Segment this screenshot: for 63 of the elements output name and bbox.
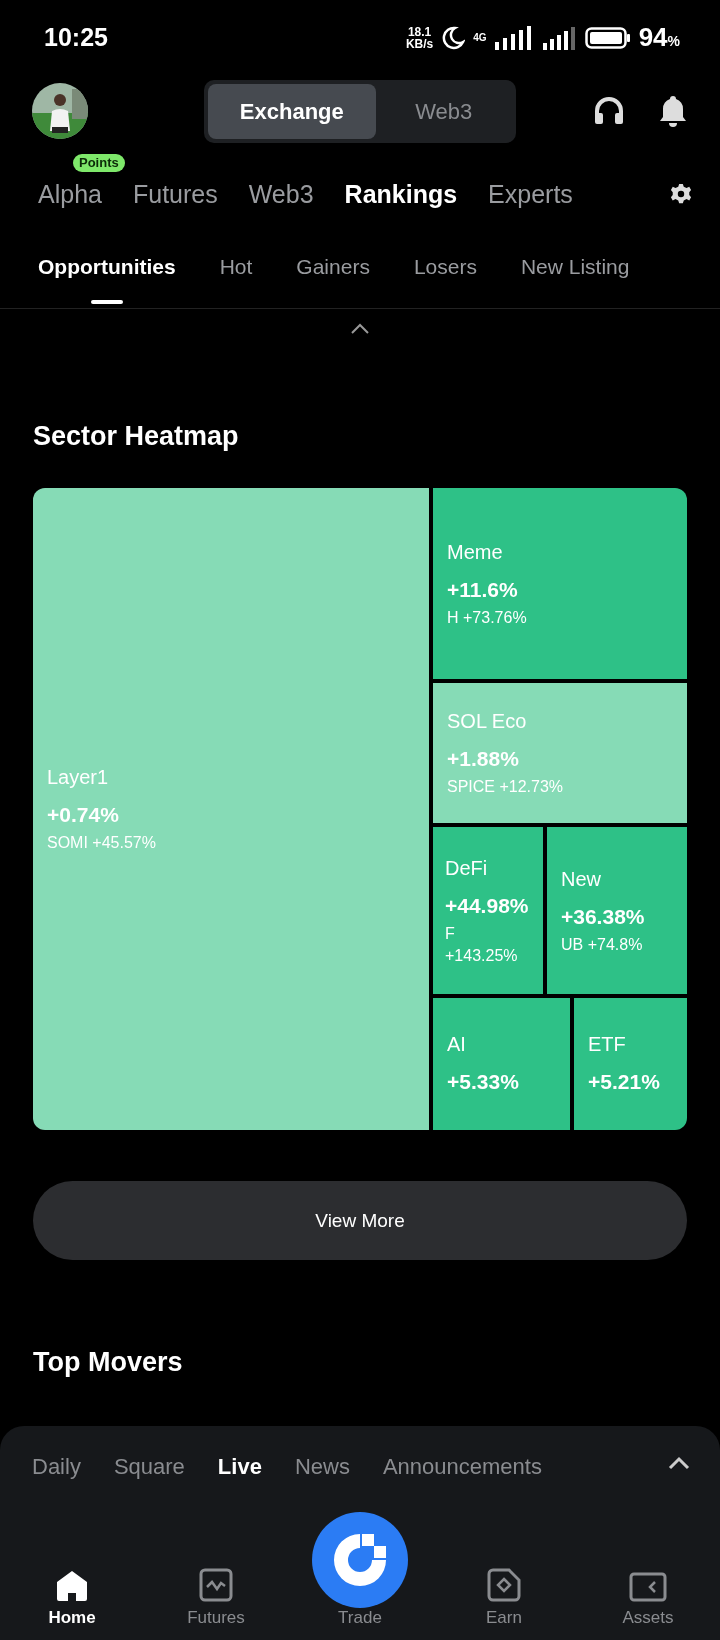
top-coin-change: SOMI +45.57% xyxy=(47,833,157,853)
trade-logo-icon xyxy=(312,1512,408,1608)
feed-tab[interactable]: Live xyxy=(217,1454,262,1480)
nav-item[interactable]: Trade xyxy=(288,1512,432,1632)
speed-unit: KB/s xyxy=(405,37,434,50)
sector-change: +0.74% xyxy=(47,802,120,828)
bell-icon[interactable] xyxy=(658,95,688,127)
top-coin-change: F +143.25% xyxy=(445,923,519,966)
feed-tab[interactable]: Daily xyxy=(32,1454,81,1480)
top-coin-change: H +73.76% xyxy=(447,607,528,628)
status-time: 10:25 xyxy=(44,23,108,52)
sector-change: +44.98% xyxy=(445,892,530,919)
nav-item[interactable]: Home xyxy=(0,1570,144,1632)
section-title: Sector Heatmap xyxy=(33,420,240,453)
nav-tab[interactable]: Experts xyxy=(488,179,573,209)
sector-name: SOL Eco xyxy=(447,709,528,734)
sector-change: +5.33% xyxy=(447,1069,520,1095)
sector-name: DeFi xyxy=(445,855,489,881)
network-type: 4G xyxy=(473,32,487,43)
diamond-icon xyxy=(487,1568,521,1602)
feed-tab[interactable]: Announcements xyxy=(382,1454,542,1480)
sector-change: +11.6% xyxy=(447,576,519,603)
sector-change: +36.38% xyxy=(561,903,646,930)
sub-tab[interactable]: Opportunities xyxy=(38,223,176,308)
top-coin-change: SPICE +12.73% xyxy=(447,777,565,797)
sub-tab[interactable]: Hot xyxy=(219,223,253,308)
network-speed: 18.1 xyxy=(407,25,432,38)
nav-item[interactable]: Assets xyxy=(576,1572,720,1632)
home-icon xyxy=(55,1570,89,1602)
top-coin-change: UB +74.8% xyxy=(561,934,644,955)
chart-icon xyxy=(199,1568,233,1602)
wallet-icon xyxy=(629,1572,667,1602)
headset-icon[interactable] xyxy=(594,96,624,126)
sector-change: +5.21% xyxy=(588,1069,661,1095)
nav-tab[interactable]: Web3 xyxy=(248,179,314,209)
segment-tab[interactable]: Web3 xyxy=(375,84,512,139)
nav-tab[interactable]: Alpha xyxy=(38,179,102,209)
nav-item[interactable]: Futures xyxy=(144,1568,288,1632)
view-more-button[interactable]: View More xyxy=(33,1181,687,1260)
sector-name: Meme xyxy=(447,539,504,565)
sector-name: Layer1 xyxy=(47,765,110,790)
segment-tab[interactable]: Exchange xyxy=(208,84,376,139)
sub-tab[interactable]: New Listing xyxy=(520,223,630,308)
chevron-up-icon[interactable] xyxy=(350,323,370,335)
nav-item[interactable]: Earn xyxy=(432,1568,576,1632)
sector-name: ETF xyxy=(588,1032,627,1057)
settings-icon[interactable] xyxy=(670,183,692,205)
section-title: Top Movers xyxy=(33,1346,184,1379)
moon-icon xyxy=(441,25,466,50)
points-badge: Points xyxy=(73,154,125,172)
feed-tab[interactable]: Square xyxy=(113,1454,185,1480)
sector-change: +1.88% xyxy=(447,746,520,772)
chevron-up-icon[interactable] xyxy=(668,1456,690,1470)
signal-icon xyxy=(542,25,577,50)
nav-tab[interactable]: Futures xyxy=(132,179,218,209)
sector-name: New xyxy=(561,866,602,892)
battery-icon xyxy=(584,25,631,50)
sub-tab[interactable]: Gainers xyxy=(296,223,370,308)
feed-tab[interactable]: News xyxy=(294,1454,350,1480)
sub-tab[interactable]: Losers xyxy=(413,223,477,308)
nav-tab[interactable]: Rankings xyxy=(344,179,458,209)
sector-name: AI xyxy=(447,1032,467,1057)
battery-level: 94% xyxy=(638,22,680,53)
